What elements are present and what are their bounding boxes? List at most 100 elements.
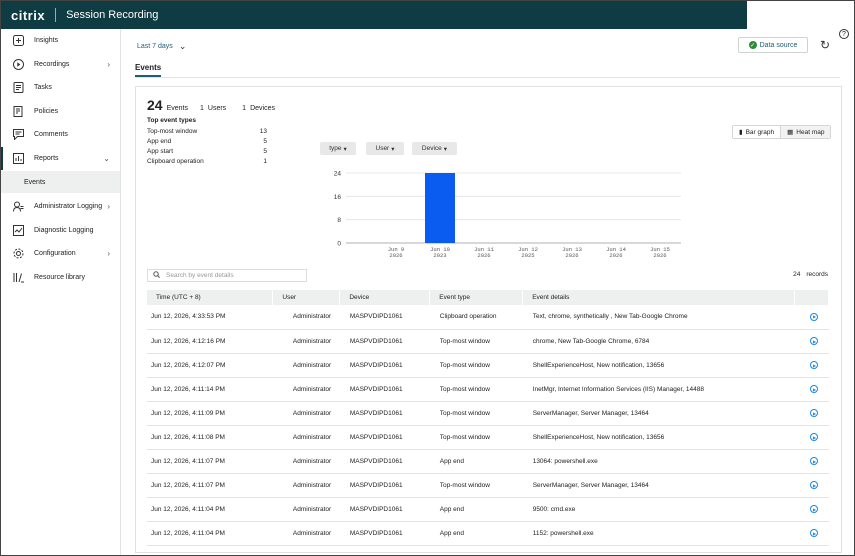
tasks-icon: [12, 82, 24, 94]
play-icon[interactable]: ▶: [810, 385, 819, 393]
time-cell: Jun 12, 2026, 4:11:04 PM: [147, 497, 273, 522]
table-row[interactable]: Jun 12, 2026, 4:11:14 PM Administrator MAS…: [147, 377, 829, 402]
table-row[interactable]: Jun 12, 2026, 4:11:07 PM Administrator MAS…: [147, 473, 829, 498]
play-icon[interactable]: ▶: [810, 529, 819, 537]
user-cell: Administrator: [272, 377, 340, 402]
citrix-logo[interactable]: citrix: [11, 8, 45, 23]
tab-divider: [135, 77, 840, 78]
table-row[interactable]: Jun 12, 2026, 4:11:08 PM Administrator MAS…: [147, 425, 829, 450]
user-filter-label: User: [375, 145, 390, 152]
search-icon: [153, 271, 160, 280]
events-table: Time (UTC + 8) User Device Event type Ev…: [147, 290, 830, 546]
user-cell: Administrator: [272, 329, 340, 354]
event-details-cell: 9500: cmd.exe: [522, 497, 795, 522]
event-type-cell: Top-most window: [429, 377, 523, 402]
top-event-types-heading: Top event types: [147, 117, 197, 124]
column-header-time[interactable]: Time (UTC + 8): [147, 290, 274, 305]
table-row[interactable]: Jun 12, 2026, 4:12:07 PM Administrator MAS…: [147, 353, 829, 378]
devices-label: Devices: [250, 105, 275, 112]
records-count: 24 records: [793, 271, 828, 278]
y-tick-label: 8: [337, 217, 341, 224]
event-type-name: App start: [147, 148, 174, 155]
device-cell: MASPVDIPD1061: [339, 401, 430, 426]
x-tick-label: 2026: [477, 252, 490, 259]
tab-events[interactable]: Events: [135, 63, 162, 77]
top-event-row: App end 5: [147, 137, 267, 147]
time-cell: Jun 12, 2026, 4:11:07 PM: [147, 473, 273, 498]
search-input[interactable]: Search by event details: [147, 269, 307, 282]
event-type-cell: App end: [429, 521, 523, 546]
top-event-row: Clipboard operation 1: [147, 157, 267, 167]
sidebar-item-label: Diagnostic Logging: [34, 226, 94, 234]
play-cell: ▶: [794, 521, 829, 546]
user-cell: Administrator: [272, 353, 340, 378]
sidebar-item-administrator-logging[interactable]: Administrator Logging ›: [1, 195, 120, 219]
sidebar-item-label: Reports: [34, 154, 59, 162]
event-type-count: 1: [263, 158, 267, 165]
device-filter-label: Device: [421, 145, 442, 152]
data-source-button[interactable]: ✓ Data source: [738, 37, 808, 53]
event-type-cell: Clipboard operation: [429, 305, 523, 330]
event-type-cell: Top-most window: [429, 401, 523, 426]
user-filter[interactable]: User ▾: [366, 142, 404, 155]
chevron-right-icon[interactable]: ›: [107, 249, 110, 258]
device-filter[interactable]: Device ▾: [412, 142, 457, 155]
play-icon[interactable]: ▶: [810, 481, 819, 489]
date-range-dropdown[interactable]: Last 7 days ⌄: [137, 41, 186, 52]
event-type-name: Top-most window: [147, 128, 198, 135]
column-header-event-details[interactable]: Event details: [522, 290, 795, 305]
table-row[interactable]: Jun 12, 2026, 4:11:04 PM Administrator MAS…: [147, 521, 829, 546]
sidebar-item-configuration[interactable]: Configuration ›: [1, 242, 120, 266]
table-row[interactable]: Jun 12, 2026, 4:12:16 PM Administrator MAS…: [147, 329, 829, 354]
play-icon[interactable]: ▶: [810, 312, 819, 321]
table-row[interactable]: Jun 12, 2026, 4:11:07 PM Administrator MAS…: [147, 449, 829, 474]
heat-map-label: Heat map: [796, 128, 825, 136]
play-cell: ▶: [794, 305, 829, 330]
time-cell: Jun 12, 2026, 4:33:53 PM: [147, 305, 273, 330]
type-filter[interactable]: type ▾: [320, 142, 356, 155]
sidebar-item-insights[interactable]: Insights: [1, 29, 120, 53]
x-tick-label: 2026: [389, 252, 402, 259]
play-icon[interactable]: ▶: [810, 505, 819, 513]
play-icon[interactable]: ▶: [810, 457, 819, 465]
sidebar-item-resource-library[interactable]: Resource library: [1, 266, 120, 290]
view-toggle: ▮ Bar graph ▦ Heat map: [732, 125, 832, 139]
sidebar-item-recordings[interactable]: Recordings ›: [1, 53, 120, 77]
data-source-label: Data source: [759, 41, 798, 49]
play-icon[interactable]: ▶: [810, 337, 819, 345]
bar[interactable]: [425, 173, 455, 243]
chevron-right-icon[interactable]: ›: [107, 60, 110, 69]
heat-map-button[interactable]: ▦ Heat map: [781, 126, 831, 138]
chevron-right-icon[interactable]: ›: [107, 202, 110, 211]
refresh-icon[interactable]: ↻: [820, 38, 830, 52]
device-cell: MASPVDIPD1061: [339, 329, 430, 354]
device-cell: MASPVDIPD1061: [339, 425, 430, 450]
sidebar-item-comments[interactable]: Comments: [1, 123, 120, 147]
sidebar-item-reports[interactable]: Reports ⌄: [1, 146, 120, 170]
table-row[interactable]: Jun 12, 2026, 4:11:09 PM Administrator MAS…: [147, 401, 829, 426]
sidebar-item-events[interactable]: Events: [1, 171, 120, 193]
users-label: Users: [207, 105, 227, 112]
sidebar-item-policies[interactable]: Policies: [1, 100, 120, 124]
bar-graph-button[interactable]: ▮ Bar graph: [733, 126, 782, 138]
chevron-down-icon[interactable]: ⌄: [103, 154, 110, 163]
play-icon[interactable]: ▶: [810, 409, 819, 417]
event-details-cell: ShellExperienceHost, New notification, 1…: [522, 353, 795, 378]
y-tick-label: 16: [334, 194, 342, 201]
help-icon[interactable]: ?: [839, 29, 849, 39]
play-cell: ▶: [794, 329, 829, 354]
time-cell: Jun 12, 2026, 4:11:08 PM: [147, 425, 273, 450]
sidebar-item-diagnostic-logging[interactable]: Diagnostic Logging: [1, 219, 120, 243]
sidebar-item-tasks[interactable]: Tasks: [1, 76, 120, 100]
column-header-event-type[interactable]: Event type: [429, 290, 524, 305]
table-row[interactable]: Jun 12, 2026, 4:11:04 PM Administrator MAS…: [147, 497, 829, 522]
column-header-device[interactable]: Device: [339, 290, 431, 305]
table-row[interactable]: Jun 12, 2026, 4:33:53 PM Administrator MAS…: [147, 305, 829, 330]
column-header-user[interactable]: User: [272, 290, 341, 305]
event-type-count: 5: [263, 138, 267, 145]
time-cell: Jun 12, 2026, 4:11:09 PM: [147, 401, 273, 426]
play-icon[interactable]: ▶: [810, 433, 819, 441]
event-details-cell: chrome, New Tab-Google Chrome, 6784: [522, 329, 795, 354]
play-icon[interactable]: ▶: [810, 361, 819, 369]
bar-chart-icon: ▮: [739, 129, 743, 136]
